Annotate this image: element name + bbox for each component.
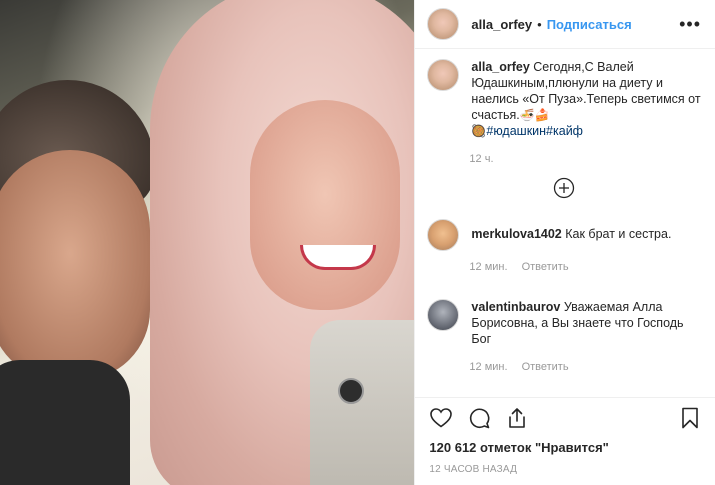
action-icons — [429, 404, 701, 432]
comments-list: alla_orfey Сегодня,С Валей Юдашкиным,плю… — [415, 49, 715, 396]
post-photo[interactable] — [0, 0, 415, 485]
comment-timestamp: 12 мин. — [469, 261, 508, 273]
plus-circle-icon[interactable] — [553, 177, 575, 199]
caption-author[interactable]: alla_orfey — [471, 60, 529, 74]
author-username[interactable]: alla_orfey — [471, 17, 532, 32]
share-icon[interactable] — [505, 406, 529, 430]
caption-author-avatar[interactable] — [427, 59, 460, 91]
post-header: alla_orfey • Подписаться ••• — [415, 0, 715, 49]
post-sidebar: alla_orfey • Подписаться ••• alla_orfey … — [414, 0, 715, 485]
author-avatar[interactable] — [427, 8, 460, 40]
caption-emoji-food: 🍜🍰 — [519, 108, 550, 122]
comment-meta: 12 мин. Ответить — [469, 361, 701, 373]
photo-man-shirt — [0, 360, 130, 485]
caption-meta: 12 ч. — [469, 153, 701, 165]
caption: alla_orfey Сегодня,С Валей Юдашкиным,плю… — [427, 59, 701, 139]
photo-man-face — [0, 150, 150, 380]
photo-jacket — [310, 320, 415, 485]
instagram-post: alla_orfey • Подписаться ••• alla_orfey … — [0, 0, 715, 485]
comment-text: merkulova1402 Как брат и сестра. — [471, 226, 671, 242]
comment-item: valentinbaurov Уважаемая Алла Борисовна,… — [427, 299, 701, 347]
caption-emoji-dish: 🥘 — [471, 124, 487, 138]
caption-hashtags[interactable]: #юдашкин#кайф — [486, 124, 583, 138]
header-separator: • — [537, 16, 542, 32]
reply-button[interactable]: Ответить — [522, 361, 569, 373]
follow-button[interactable]: Подписаться — [547, 17, 632, 32]
heart-icon[interactable] — [429, 406, 453, 430]
more-options-icon[interactable]: ••• — [679, 14, 701, 35]
comment-meta: 12 мин. Ответить — [469, 261, 701, 273]
caption-text: alla_orfey Сегодня,С Валей Юдашкиным,плю… — [471, 59, 701, 139]
comment-text: valentinbaurov Уважаемая Алла Борисовна,… — [471, 299, 701, 347]
post-actions: 120 612 отметок "Нравится" 12 ЧАСОВ НАЗА… — [415, 397, 715, 485]
comment-username[interactable]: merkulova1402 — [471, 227, 561, 241]
bookmark-icon[interactable] — [679, 406, 701, 430]
likes-count[interactable]: 120 612 отметок "Нравится" — [429, 440, 701, 455]
comment-icon[interactable] — [467, 406, 491, 430]
comment-timestamp: 12 мин. — [469, 361, 508, 373]
reply-button[interactable]: Ответить — [522, 261, 569, 273]
comment-item: merkulova1402 Как брат и сестра. — [427, 219, 701, 251]
photo-woman-face — [250, 100, 400, 310]
comment-avatar[interactable] — [427, 299, 460, 331]
comment-body: Как брат и сестра. — [565, 227, 672, 241]
photo-pendant — [338, 378, 364, 404]
post-date[interactable]: 12 ЧАСОВ НАЗАД — [429, 464, 701, 475]
caption-timestamp: 12 ч. — [469, 153, 494, 165]
comment-avatar[interactable] — [427, 219, 460, 251]
comment-username[interactable]: valentinbaurov — [471, 300, 560, 314]
